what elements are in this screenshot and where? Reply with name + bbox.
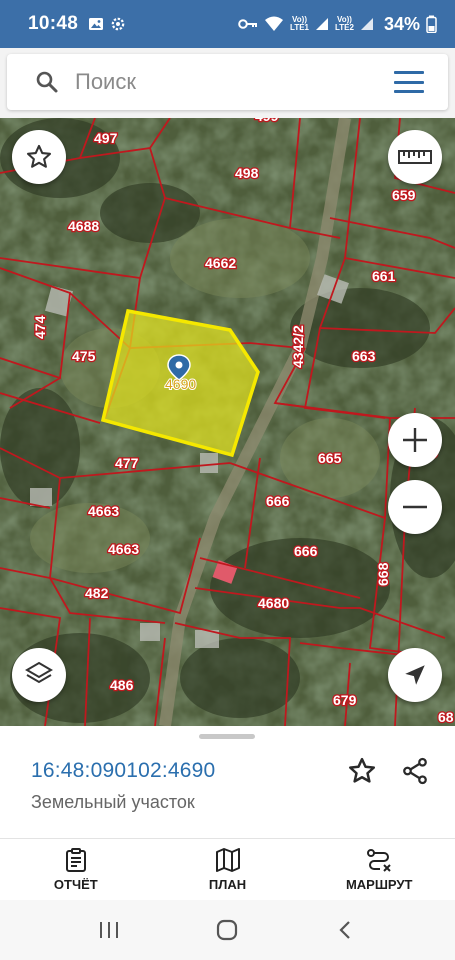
parcel-label-475: 475	[72, 348, 96, 364]
route-icon	[367, 848, 391, 872]
parcel-label-661: 661	[372, 268, 396, 284]
ruler-icon[interactable]	[398, 148, 432, 166]
home-icon[interactable]	[215, 918, 239, 942]
parcel-label-482: 482	[85, 585, 109, 601]
search-box[interactable]: Поиск	[7, 54, 448, 110]
locate-button[interactable]	[388, 648, 442, 702]
parcel-label-666a: 666	[266, 493, 290, 509]
parcel-label-486: 486	[110, 677, 134, 693]
key-icon	[238, 19, 258, 29]
zoom-out-button[interactable]	[388, 480, 442, 534]
cadastral-number[interactable]: 16:48:090102:4690	[31, 759, 215, 783]
satellite-map[interactable]: 497 499 498 659 4688 4662 661 474 475 66…	[0, 118, 455, 726]
zoom-in-button[interactable]	[388, 413, 442, 467]
parcel-label-4688: 4688	[68, 218, 99, 234]
status-indicators: Vo)) LTE1 Vo)) LTE2 34%	[238, 14, 437, 35]
sim2-indicator: Vo)) LTE2	[335, 15, 354, 32]
parcel-label-666b: 666	[294, 543, 318, 559]
nav-report-label: ОТЧЁТ	[53, 876, 98, 892]
parcel-label-665: 665	[318, 450, 342, 466]
signal-icon	[316, 18, 328, 30]
parcel-label-4342-2: 4342/2	[290, 325, 306, 368]
battery-level: 34%	[383, 13, 420, 34]
back-button[interactable]	[331, 915, 361, 945]
plus-icon[interactable]	[400, 425, 430, 455]
favorite-map-button[interactable]	[12, 130, 66, 184]
search-icon[interactable]	[35, 70, 59, 94]
parcel-info-panel[interactable]: 16:48:090102:4690 Земельный участок	[0, 726, 455, 838]
bottom-nav: ОТЧЁТ ПЛАН МАРШРУТ	[0, 838, 455, 900]
clipboard-icon	[65, 847, 86, 872]
parcel-label-474: 474	[32, 315, 48, 339]
parcel-label-4680: 4680	[258, 595, 289, 611]
notification-icons	[88, 16, 126, 32]
parcel-label-499: 499	[255, 118, 279, 124]
nav-plan-label: ПЛАН	[208, 876, 247, 892]
system-nav-bar	[0, 900, 455, 960]
star-icon[interactable]	[25, 143, 53, 171]
nav-report[interactable]: ОТЧЁТ	[0, 839, 152, 900]
layers-button[interactable]	[12, 648, 66, 702]
navigation-arrow-icon[interactable]	[402, 662, 428, 688]
minus-icon[interactable]	[400, 492, 430, 522]
back-icon[interactable]	[336, 919, 356, 941]
settings-icon	[111, 17, 125, 31]
map-view[interactable]: 497 499 498 659 4688 4662 661 474 475 66…	[0, 118, 455, 726]
parcel-label-498: 498	[235, 165, 259, 181]
recent-apps-icon[interactable]	[98, 920, 120, 940]
parcel-label-668b: 668	[375, 562, 391, 586]
image-icon	[89, 18, 104, 30]
parcel-label-4663a: 4663	[88, 503, 119, 519]
sim1-indicator: Vo)) LTE1	[290, 15, 309, 32]
nav-route-label: МАРШРУТ	[345, 876, 413, 892]
parcel-label-477: 477	[115, 455, 139, 471]
star-icon[interactable]	[347, 756, 377, 786]
recent-apps-button[interactable]	[94, 915, 124, 945]
signal-icon	[360, 18, 373, 30]
status-bar: 10:48 Vo)) LTE1 Vo)) LTE2 34%	[0, 0, 455, 48]
drag-handle[interactable]	[199, 734, 255, 739]
parcel-label-659: 659	[392, 187, 416, 203]
map-icon	[215, 847, 240, 872]
parcel-label-663: 663	[352, 348, 376, 364]
status-time: 10:48	[28, 13, 79, 34]
search-input[interactable]: Поиск	[75, 69, 394, 95]
parcel-label-679: 679	[333, 692, 357, 708]
nav-plan[interactable]: ПЛАН	[152, 839, 304, 900]
battery-icon	[426, 15, 437, 33]
search-area: Поиск	[0, 48, 455, 118]
parcel-label-497: 497	[94, 130, 118, 146]
parcel-label-4662: 4662	[205, 255, 236, 271]
parcel-label-68: 68	[438, 709, 454, 725]
parcel-type: Земельный участок	[31, 792, 195, 812]
nav-route[interactable]: МАРШРУТ	[303, 839, 455, 900]
selected-parcel-label: 4690	[165, 376, 196, 392]
menu-icon[interactable]	[394, 71, 424, 93]
layers-icon[interactable]	[24, 660, 54, 690]
share-icon[interactable]	[400, 756, 430, 786]
parcel-label-4663b: 4663	[108, 541, 139, 557]
home-button[interactable]	[212, 915, 242, 945]
wifi-icon	[265, 16, 284, 31]
ruler-button[interactable]	[388, 130, 442, 184]
